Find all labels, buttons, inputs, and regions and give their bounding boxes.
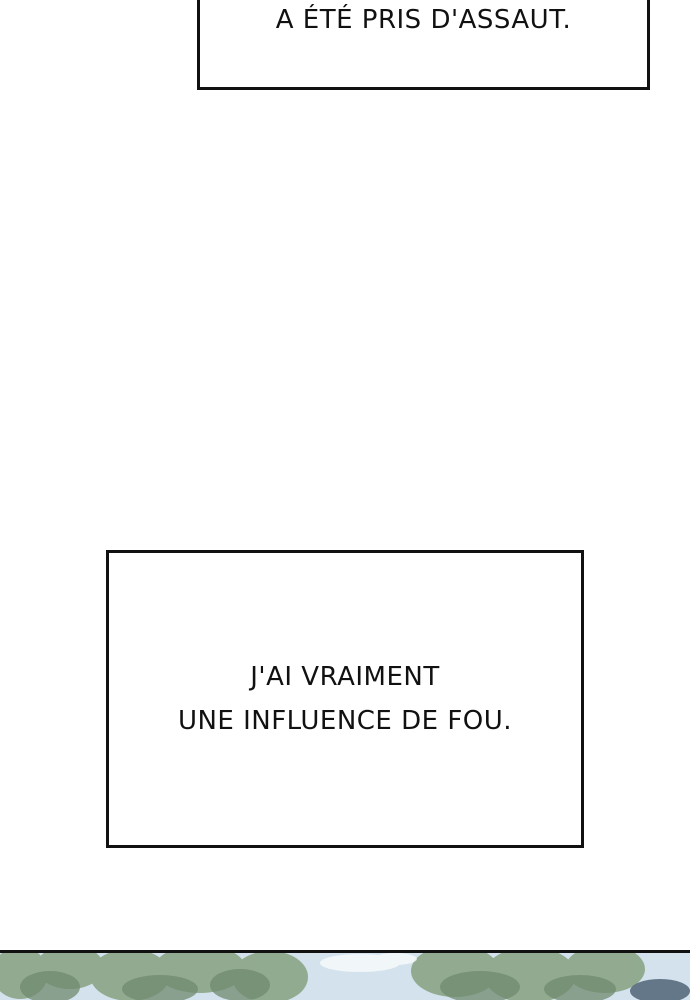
caption-box-top: A ÉTÉ PRIS D'ASSAUT. [197, 0, 650, 90]
caption-middle-line-1: J'AI VRAIMENT [250, 662, 440, 692]
caption-top-line-1: A ÉTÉ PRIS D'ASSAUT. [275, 5, 572, 35]
tree-foliage-illustration [0, 953, 690, 1000]
next-panel-tree-scene [0, 950, 690, 1000]
caption-box-middle: J'AI VRAIMENT UNE INFLUENCE DE FOU. [106, 550, 584, 848]
caption-middle-line-2: UNE INFLUENCE DE FOU. [177, 706, 513, 736]
